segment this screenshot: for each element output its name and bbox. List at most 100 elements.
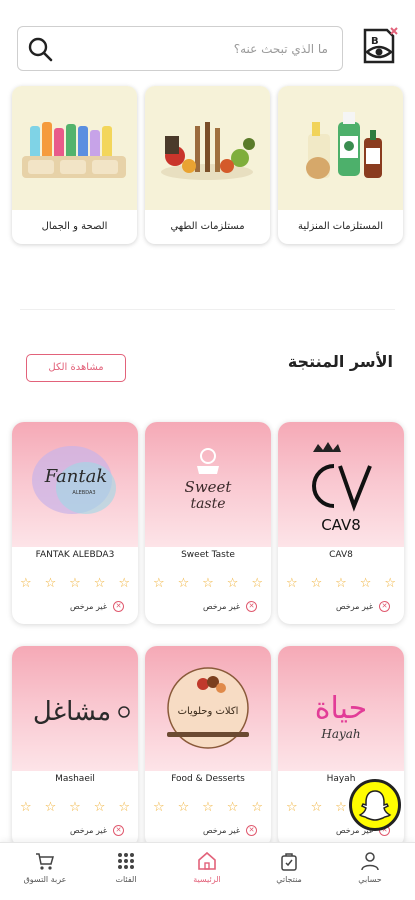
svg-text:حياة: حياة: [315, 691, 367, 726]
rating-stars[interactable]: ☆ ☆ ☆ ☆ ☆: [153, 577, 263, 591]
bottom-tab-bar: حسابي منتجاتي الرئيسية الفئات عربة التسو…: [0, 842, 415, 900]
star-icon[interactable]: ☆: [286, 577, 298, 591]
families-section-title: الأسر المنتجة: [287, 352, 393, 371]
unlicensed-icon: ✕: [379, 601, 390, 612]
star-icon[interactable]: ☆: [227, 801, 239, 815]
rating-stars[interactable]: ☆ ☆ ☆ ☆ ☆: [153, 801, 263, 815]
category-card-cooking[interactable]: مستلزمات الطهي: [145, 86, 270, 244]
shop-card-cav8[interactable]: CAV8 CAV8 ☆ ☆ ☆ ☆ ☆ ✕ غير مرخص: [278, 422, 404, 624]
star-icon[interactable]: ☆: [118, 577, 130, 591]
star-icon[interactable]: ☆: [286, 801, 298, 815]
unlicensed-icon: ✕: [113, 825, 124, 836]
unlicensed-icon: ✕: [246, 601, 257, 612]
food-desserts-logo: اكلات وحلويات: [167, 667, 249, 749]
cooking-supplies-image: [145, 86, 270, 210]
svg-text:ALEBDA3: ALEBDA3: [72, 490, 95, 496]
mashaeil-logo: مشاغل: [33, 697, 130, 727]
category-card-home-supplies[interactable]: المستلزمات المنزلية: [278, 86, 403, 244]
star-icon[interactable]: ☆: [94, 577, 106, 591]
star-icon[interactable]: ☆: [45, 577, 57, 591]
star-icon[interactable]: ☆: [251, 801, 263, 815]
search-icon[interactable]: [27, 36, 53, 62]
star-icon[interactable]: ☆: [153, 801, 165, 815]
tab-label: الرئيسية: [193, 875, 221, 884]
tab-categories[interactable]: الفئات: [91, 851, 161, 895]
grid-icon: [118, 853, 134, 869]
tab-account[interactable]: حسابي: [335, 851, 405, 895]
svg-text:B: B: [371, 36, 379, 47]
star-icon[interactable]: ☆: [178, 801, 190, 815]
health-beauty-image: [12, 86, 137, 210]
shop-name: Food & Desserts: [171, 774, 245, 784]
star-icon[interactable]: ☆: [178, 577, 190, 591]
shop-logo-banner: Fantak ALEBDA3: [12, 422, 138, 547]
tab-label: عربة التسوق: [23, 875, 67, 884]
star-icon[interactable]: ☆: [360, 577, 372, 591]
star-icon[interactable]: ☆: [335, 577, 347, 591]
unlicensed-icon: ✕: [113, 601, 124, 612]
cart-icon: [36, 853, 54, 870]
user-icon: [361, 852, 379, 871]
star-icon[interactable]: ☆: [311, 801, 323, 815]
shop-logo-banner: CAV8: [278, 422, 404, 547]
star-icon[interactable]: ☆: [202, 801, 214, 815]
svg-text:taste: taste: [190, 496, 225, 512]
search-input[interactable]: [88, 37, 328, 61]
shop-card-fantak[interactable]: Fantak ALEBDA3 FANTAK ALEBDA3 ☆ ☆ ☆ ☆ ☆ ✕ غي…: [12, 422, 138, 624]
star-icon[interactable]: ☆: [384, 577, 396, 591]
rating-stars[interactable]: ☆ ☆ ☆ ☆ ☆: [20, 801, 130, 815]
tab-cart[interactable]: عربة التسوق: [10, 851, 80, 895]
svg-text:Sweet: Sweet: [185, 478, 233, 496]
section-divider: [20, 309, 395, 310]
star-icon[interactable]: ☆: [20, 801, 32, 815]
license-text: غير مرخص: [70, 602, 107, 611]
shop-card-sweet-taste[interactable]: Sweet taste Sweet Taste ☆ ☆ ☆ ☆ ☆ ✕ غير مرخص: [145, 422, 271, 624]
rating-stars[interactable]: ☆ ☆ ☆ ☆ ☆: [20, 577, 130, 591]
shop-name: CAV8: [329, 550, 353, 560]
shop-logo-banner: اكلات وحلويات: [145, 646, 271, 771]
snapchat-button[interactable]: [349, 779, 401, 831]
unlicensed-icon: ✕: [246, 825, 257, 836]
license-text: غير مرخص: [203, 602, 240, 611]
category-label: المستلزمات المنزلية: [298, 221, 383, 232]
star-icon[interactable]: ☆: [311, 577, 323, 591]
license-status: ✕ غير مرخص: [336, 601, 390, 612]
star-icon[interactable]: ☆: [20, 577, 32, 591]
shop-card-food-desserts[interactable]: اكلات وحلويات Food & Desserts ☆ ☆ ☆ ☆ ☆ ✕ غي…: [145, 646, 271, 848]
fantak-logo: Fantak ALEBDA3: [32, 446, 116, 514]
star-icon[interactable]: ☆: [69, 577, 81, 591]
tab-home[interactable]: الرئيسية: [172, 851, 242, 895]
star-icon[interactable]: ☆: [335, 801, 347, 815]
home-icon: [198, 851, 216, 870]
search-bar[interactable]: [17, 26, 343, 71]
shop-name: Sweet Taste: [181, 550, 235, 560]
star-icon[interactable]: ☆: [45, 801, 57, 815]
star-icon[interactable]: ☆: [227, 577, 239, 591]
tab-my-products[interactable]: منتجاتي: [254, 851, 324, 895]
license-text: غير مرخص: [203, 826, 240, 835]
view-all-button[interactable]: مشاهدة الكل: [26, 354, 126, 382]
star-icon[interactable]: ☆: [94, 801, 106, 815]
shop-name: Mashaeil: [55, 774, 95, 784]
star-icon[interactable]: ☆: [202, 577, 214, 591]
category-card-health-beauty[interactable]: الصحة و الجمال: [12, 86, 137, 244]
snapchat-icon: [358, 790, 392, 821]
license-status: ✕ غير مرخص: [203, 601, 257, 612]
tab-label: منتجاتي: [276, 875, 302, 884]
shop-name: FANTAK ALEBDA3: [35, 550, 115, 560]
svg-text:CAV8: CAV8: [321, 516, 361, 534]
category-label: مستلزمات الطهي: [170, 221, 245, 232]
header: B: [0, 0, 415, 80]
category-label: الصحة و الجمال: [41, 221, 108, 232]
license-status: ✕ غير مرخص: [203, 825, 257, 836]
star-icon[interactable]: ☆: [251, 577, 263, 591]
shop-card-mashaeil[interactable]: مشاغل Mashaeil ☆ ☆ ☆ ☆ ☆ ✕ غير مرخص: [12, 646, 138, 848]
rating-stars[interactable]: ☆ ☆ ☆ ☆ ☆: [286, 577, 396, 591]
svg-text:Fantak: Fantak: [44, 466, 107, 487]
star-icon[interactable]: ☆: [69, 801, 81, 815]
tab-label: حسابي: [358, 875, 382, 884]
star-icon[interactable]: ☆: [153, 577, 165, 591]
star-icon[interactable]: ☆: [118, 801, 130, 815]
license-text: غير مرخص: [336, 602, 373, 611]
shop-logo-banner: مشاغل: [12, 646, 138, 771]
